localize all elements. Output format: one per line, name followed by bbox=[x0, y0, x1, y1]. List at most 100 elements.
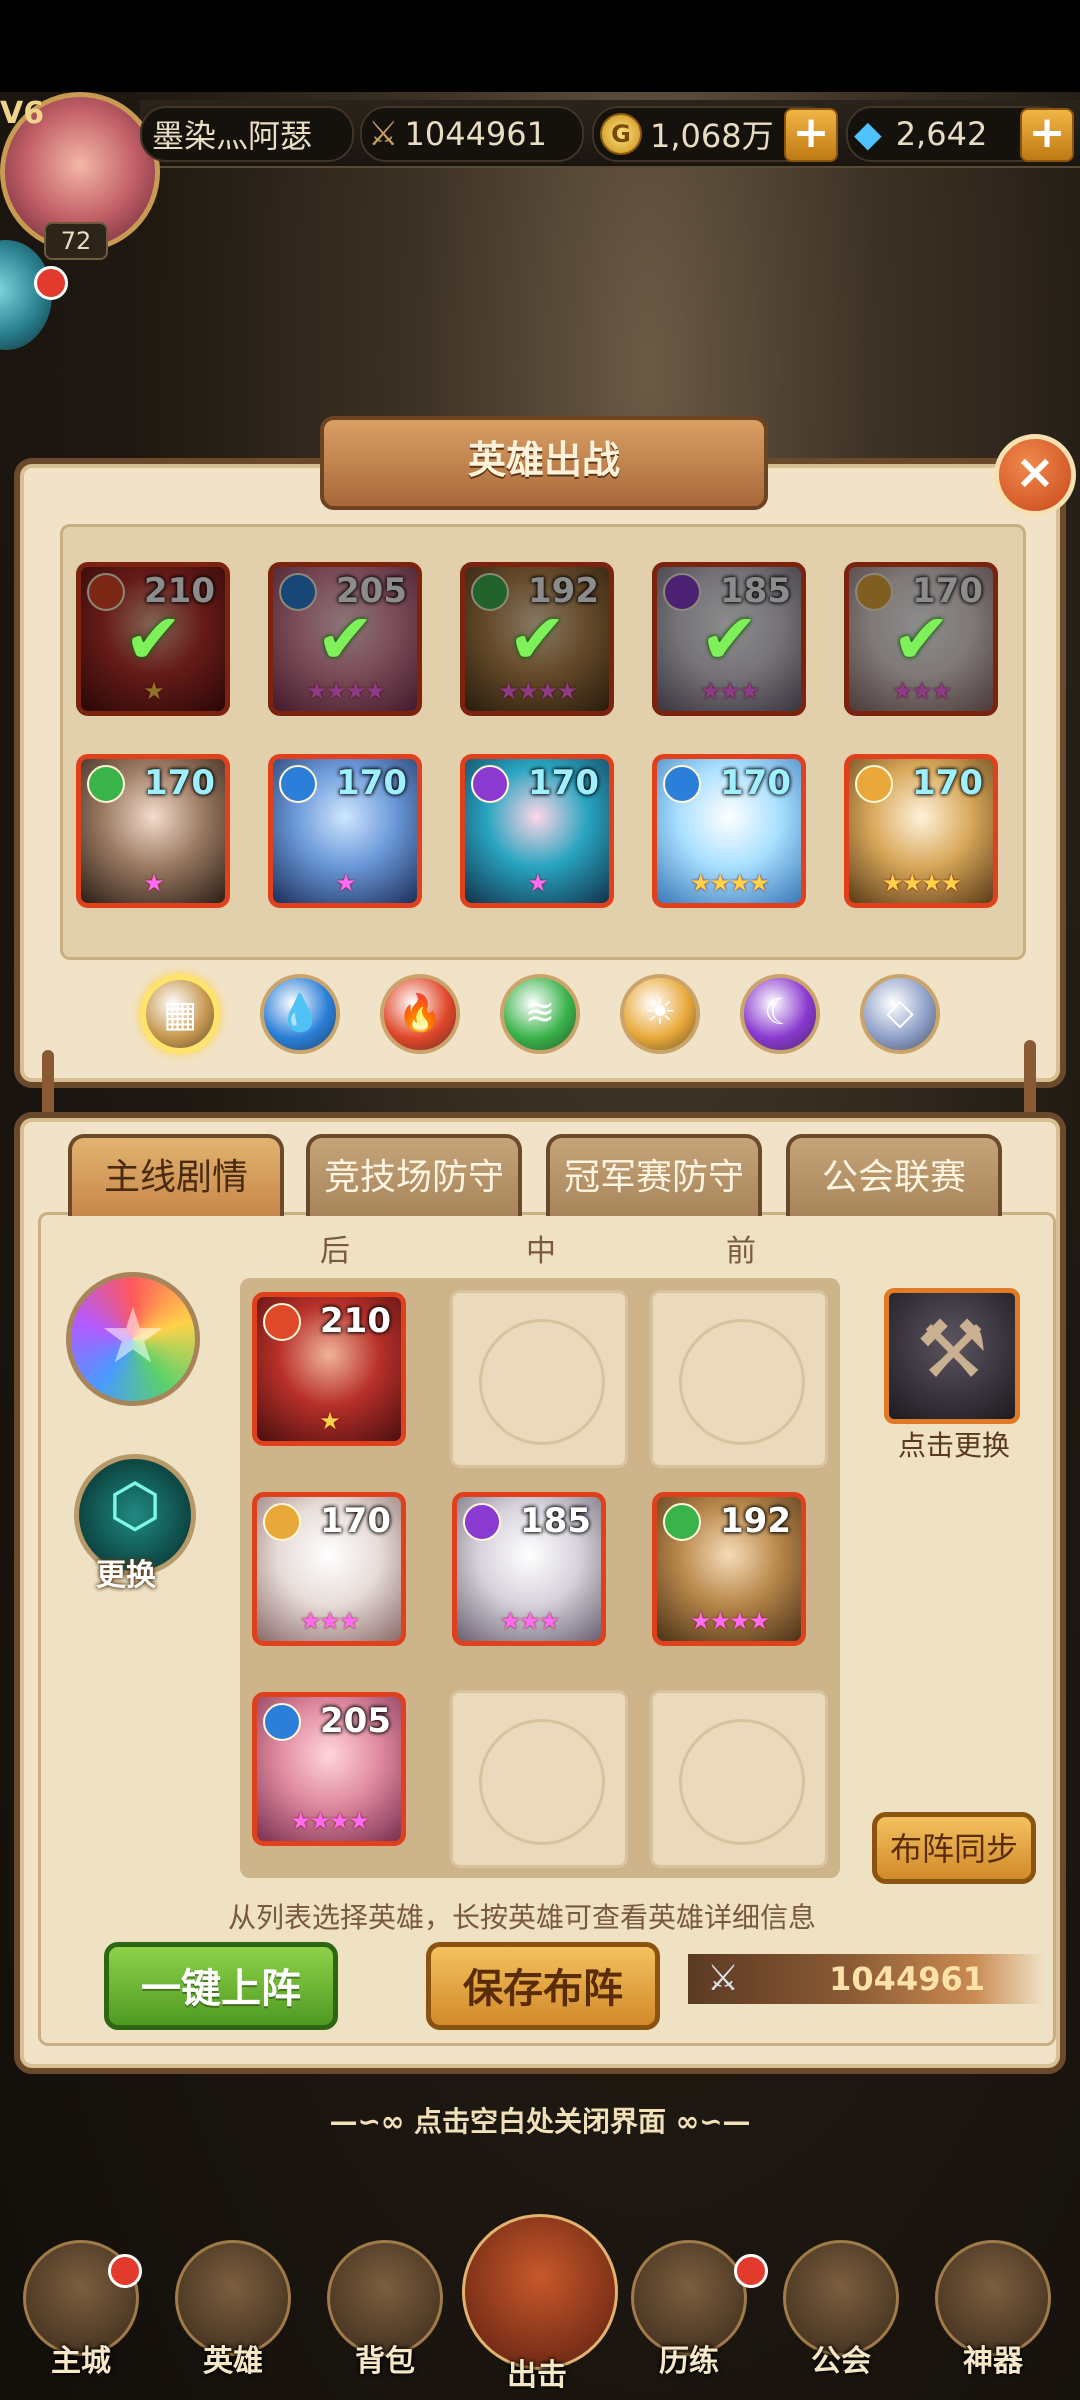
hero-stars: ★★★ bbox=[299, 1607, 361, 1635]
gold-value: 1,068万 bbox=[650, 117, 774, 155]
selected-check-icon: ✔ bbox=[316, 598, 375, 680]
tab-arena-defense[interactable]: 竞技场防守 bbox=[306, 1134, 522, 1216]
team-power-bar: ⚔ 1044961 bbox=[688, 1954, 1044, 2004]
player-name-field: 墨染灬阿瑟 bbox=[140, 106, 354, 162]
selected-check-icon: ✔ bbox=[700, 598, 759, 680]
tab-main-story[interactable]: 主线剧情 bbox=[68, 1134, 284, 1216]
ornament-right: ∞∽— bbox=[675, 2105, 751, 2138]
hero-stars: ★ bbox=[143, 869, 165, 897]
crossed-swords-icon: ⚔ bbox=[706, 1958, 740, 1999]
nav-guild[interactable]: 公会 bbox=[766, 2240, 916, 2400]
nav-label: 背包 bbox=[355, 2344, 415, 2379]
hero-level: 192 bbox=[720, 1501, 791, 1541]
light-element-icon bbox=[855, 573, 893, 611]
hero-level: 170 bbox=[144, 763, 215, 803]
water-element-icon bbox=[263, 1703, 301, 1741]
fire-element-icon bbox=[263, 1303, 301, 1341]
vip-level: V6 bbox=[0, 96, 45, 131]
dark-element-icon bbox=[463, 1503, 501, 1541]
column-front: 前 bbox=[726, 1234, 756, 1269]
gem-value: 2,642 bbox=[895, 115, 988, 153]
battle-icon bbox=[462, 2214, 618, 2370]
close-button[interactable]: × bbox=[994, 434, 1076, 516]
formation-hero-slot[interactable]: 192 ★★★★ bbox=[652, 1492, 806, 1646]
hero-stars: ★★★ bbox=[699, 677, 761, 705]
wind-element-icon bbox=[87, 765, 125, 803]
hero-stars: ★ bbox=[527, 869, 549, 897]
void-glyph: ◇ bbox=[886, 992, 914, 1033]
notification-dot bbox=[34, 266, 68, 300]
slot-ring-decoration bbox=[679, 1319, 805, 1445]
formation-hero-slot[interactable]: 185 ★★★ bbox=[452, 1492, 606, 1646]
instruction-text: 从列表选择英雄，长按英雄可查看英雄详细信息 bbox=[228, 1901, 817, 1934]
save-formation-button[interactable]: 保存布阵 bbox=[426, 1942, 660, 2030]
notification-dot bbox=[734, 2254, 768, 2288]
filter-dark-icon[interactable]: ☾ bbox=[740, 974, 820, 1054]
add-gold-button[interactable]: + bbox=[784, 108, 838, 162]
hero-card[interactable]: 170 ★ bbox=[76, 754, 230, 908]
artifact-change-label[interactable]: 点击更换 bbox=[898, 1424, 1010, 1464]
empty-formation-slot[interactable] bbox=[650, 1290, 828, 1468]
water-glyph: 💧 bbox=[277, 993, 323, 1034]
filter-all-icon[interactable]: ▦ bbox=[140, 974, 220, 1054]
water-element-icon bbox=[663, 765, 701, 803]
hero-stars: ★★★★ bbox=[881, 869, 962, 897]
formation-hero-slot[interactable]: 210 ★ bbox=[252, 1292, 406, 1446]
swap-label[interactable]: 更换 bbox=[96, 1550, 156, 1594]
hero-level: 170 bbox=[336, 763, 407, 803]
hero-card[interactable]: 170 ★ bbox=[460, 754, 614, 908]
auto-deploy-button[interactable]: 一键上阵 bbox=[104, 1942, 338, 2030]
formation-star-button[interactable]: ★ bbox=[66, 1272, 200, 1406]
tab-guild-league[interactable]: 公会联赛 bbox=[786, 1134, 1002, 1216]
wind-element-icon bbox=[663, 1503, 701, 1541]
dark-glyph: ☾ bbox=[763, 992, 797, 1033]
selected-check-icon: ✔ bbox=[892, 598, 951, 680]
nav-label: 神器 bbox=[963, 2344, 1023, 2379]
filter-light-icon[interactable]: ☀ bbox=[620, 974, 700, 1054]
filter-fire-icon[interactable]: 🔥 bbox=[380, 974, 460, 1054]
water-element-icon bbox=[279, 573, 317, 611]
filter-void-icon[interactable]: ◇ bbox=[860, 974, 940, 1054]
artifact-slot[interactable]: ⚒ bbox=[884, 1288, 1020, 1424]
power-value: 1044961 bbox=[404, 115, 547, 153]
tab-champion-defense[interactable]: 冠军赛防守 bbox=[546, 1134, 762, 1216]
nav-battle[interactable]: 出击 bbox=[462, 2214, 618, 2393]
star-icon: ★ bbox=[98, 1291, 168, 1380]
ornament-left: —∽∞ bbox=[329, 2105, 405, 2138]
formation-hero-slot[interactable]: 170 ★★★ bbox=[252, 1492, 406, 1646]
hero-level: 210 bbox=[320, 1301, 391, 1341]
empty-formation-slot[interactable] bbox=[450, 1690, 628, 1868]
hero-stars: ★★★★ bbox=[305, 677, 386, 705]
empty-formation-slot[interactable] bbox=[450, 1290, 628, 1468]
water-element-icon bbox=[279, 765, 317, 803]
fire-glyph: 🔥 bbox=[397, 993, 443, 1034]
filter-water-icon[interactable]: 💧 bbox=[260, 974, 340, 1054]
hero-level: 205 bbox=[320, 1701, 391, 1741]
slot-ring-decoration bbox=[479, 1319, 605, 1445]
hero-stars: ★ bbox=[143, 677, 165, 705]
nav-label: 出击 bbox=[507, 2358, 567, 2393]
hero-stars: ★ bbox=[335, 869, 357, 897]
hero-stars: ★ bbox=[319, 1407, 341, 1435]
column-back: 后 bbox=[320, 1234, 350, 1269]
nav-backpack[interactable]: 背包 bbox=[310, 2240, 460, 2400]
formation-hero-slot[interactable]: 205 ★★★★ bbox=[252, 1692, 406, 1846]
light-element-icon bbox=[855, 765, 893, 803]
empty-formation-slot[interactable] bbox=[650, 1690, 828, 1868]
team-power-value: 1044961 bbox=[829, 1960, 985, 1998]
hero-card[interactable]: 170 ★ bbox=[268, 754, 422, 908]
add-gem-button[interactable]: + bbox=[1020, 108, 1074, 162]
selected-check-icon: ✔ bbox=[124, 598, 183, 680]
slot-ring-decoration bbox=[679, 1719, 805, 1845]
hexagon-grid-icon: ⬡ bbox=[108, 1471, 162, 1541]
formation-sync-button[interactable]: 布阵同步 bbox=[872, 1812, 1036, 1884]
filter-wind-icon[interactable]: ≋ bbox=[500, 974, 580, 1054]
wind-element-icon bbox=[471, 573, 509, 611]
close-hint[interactable]: —∽∞ 点击空白处关闭界面 ∞∽— bbox=[0, 2100, 1080, 2140]
hero-level: 170 bbox=[912, 763, 983, 803]
gold-coin-icon: G bbox=[600, 113, 642, 155]
nav-helmet[interactable]: 英雄 bbox=[158, 2240, 308, 2400]
hero-card[interactable]: 170 ★★★★ bbox=[844, 754, 998, 908]
hero-card[interactable]: 170 ★★★★ bbox=[652, 754, 806, 908]
nav-artifact[interactable]: 神器 bbox=[918, 2240, 1068, 2400]
